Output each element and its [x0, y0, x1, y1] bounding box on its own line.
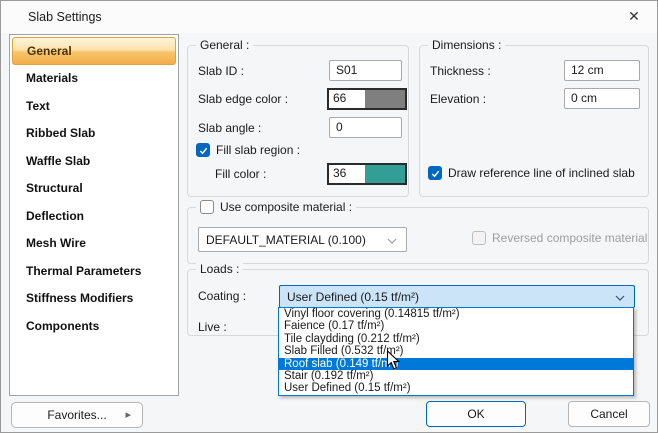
general-group: General : Slab ID : S01 Slab edge color … [187, 45, 409, 197]
draw-reference-line-checkbox[interactable]: Draw reference line of inclined slab [428, 166, 635, 180]
slab-edge-color-control[interactable]: 66 [327, 88, 407, 110]
coating-selected-value: User Defined (0.15 tf/m²) [287, 290, 419, 304]
slab-angle-label: Slab angle : [198, 121, 261, 135]
cancel-button-label: Cancel [590, 407, 627, 421]
coating-option[interactable]: User Defined (0.15 tf/m²) [279, 382, 633, 394]
slab-id-input[interactable]: S01 [329, 60, 402, 81]
close-icon[interactable]: ✕ [611, 1, 657, 32]
fill-color-swatch [365, 165, 405, 183]
elevation-input[interactable]: 0 cm [564, 88, 640, 109]
sidebar-item-mesh-wire[interactable]: Mesh Wire [12, 230, 176, 258]
ok-button-label: OK [467, 407, 484, 421]
thickness-label: Thickness : [430, 64, 491, 78]
chevron-down-icon [615, 290, 625, 304]
favorites-label: Favorites... [47, 408, 106, 422]
window-title: Slab Settings [28, 10, 102, 24]
sidebar-item-general[interactable]: General [12, 37, 176, 65]
sidebar-item-stiffness-modifiers[interactable]: Stiffness Modifiers [12, 285, 176, 313]
coating-option[interactable]: Stair (0.192 tf/m²) [279, 370, 633, 382]
checkbox-checked-icon [196, 143, 210, 157]
loads-group-title: Loads : [196, 262, 243, 276]
general-group-title: General : [196, 38, 253, 52]
live-label: Live : [198, 320, 227, 334]
checkbox-disabled-icon [472, 231, 486, 245]
fill-color-value: 36 [329, 165, 365, 183]
coating-option[interactable]: Faience (0.17 tf/m²) [279, 320, 633, 332]
slab-edge-color-label: Slab edge color : [198, 92, 288, 106]
fill-slab-region-label: Fill slab region : [216, 143, 300, 157]
slab-edge-color-value: 66 [329, 90, 365, 108]
checkbox-checked-icon [428, 166, 442, 180]
composite-material-group: Use composite material : DEFAULT_MATERIA… [187, 207, 649, 264]
mouse-cursor-icon [386, 350, 401, 374]
use-composite-material-checkbox[interactable]: Use composite material : [196, 200, 356, 214]
cancel-button[interactable]: Cancel [568, 401, 650, 427]
coating-option[interactable]: Slab Filled (0.532 tf/m²) [279, 345, 633, 357]
favorites-arrow-icon: ▸ [125, 408, 131, 421]
chevron-down-icon [387, 233, 397, 247]
coating-option[interactable]: Tile claydding (0.212 tf/m²) [279, 333, 633, 345]
slab-angle-input[interactable]: 0 [329, 117, 402, 138]
sidebar-item-structural[interactable]: Structural [12, 175, 176, 203]
slab-edge-color-swatch [365, 90, 405, 108]
category-list: General Materials Text Ribbed Slab Waffl… [9, 34, 179, 396]
fill-color-control[interactable]: 36 [327, 163, 407, 185]
slab-id-label: Slab ID : [198, 64, 244, 78]
sidebar-item-components[interactable]: Components [12, 312, 176, 340]
draw-reference-line-label: Draw reference line of inclined slab [448, 166, 635, 180]
sidebar-item-thermal-parameters[interactable]: Thermal Parameters [12, 257, 176, 285]
elevation-label: Elevation : [430, 92, 486, 106]
composite-material-value: DEFAULT_MATERIAL (0.100) [206, 233, 366, 247]
slab-settings-dialog: Slab Settings ✕ General Materials Text R… [0, 0, 658, 433]
coating-select[interactable]: User Defined (0.15 tf/m²) [279, 285, 635, 308]
ok-button[interactable]: OK [426, 401, 526, 427]
use-composite-material-label: Use composite material : [220, 200, 352, 214]
dimensions-group: Dimensions : Thickness : 12 cm Elevation… [419, 45, 649, 197]
favorites-button[interactable]: Favorites... ▸ [11, 402, 143, 428]
thickness-input[interactable]: 12 cm [564, 60, 640, 81]
sidebar-item-ribbed-slab[interactable]: Ribbed Slab [12, 120, 176, 148]
fill-slab-region-checkbox[interactable]: Fill slab region : [196, 143, 300, 157]
checkbox-unchecked-icon [200, 200, 214, 214]
dimensions-group-title: Dimensions : [428, 38, 505, 52]
coating-option[interactable]: Vinyl floor covering (0.14815 tf/m²) [279, 308, 633, 320]
reversed-composite-material-checkbox: Reversed composite material [472, 231, 647, 245]
sidebar-item-deflection[interactable]: Deflection [12, 202, 176, 230]
reversed-composite-material-label: Reversed composite material [492, 231, 647, 245]
coating-dropdown-list: Vinyl floor covering (0.14815 tf/m²) Fai… [278, 307, 634, 396]
sidebar-item-text[interactable]: Text [12, 92, 176, 120]
coating-option-highlighted[interactable]: Roof slab (0.149 tf/m²) [279, 358, 633, 370]
title-bar: Slab Settings ✕ [1, 1, 657, 33]
coating-label: Coating : [198, 289, 246, 303]
sidebar-item-waffle-slab[interactable]: Waffle Slab [12, 147, 176, 175]
composite-material-select[interactable]: DEFAULT_MATERIAL (0.100) [198, 227, 407, 252]
sidebar-item-materials[interactable]: Materials [12, 65, 176, 93]
fill-color-label: Fill color : [215, 167, 266, 181]
